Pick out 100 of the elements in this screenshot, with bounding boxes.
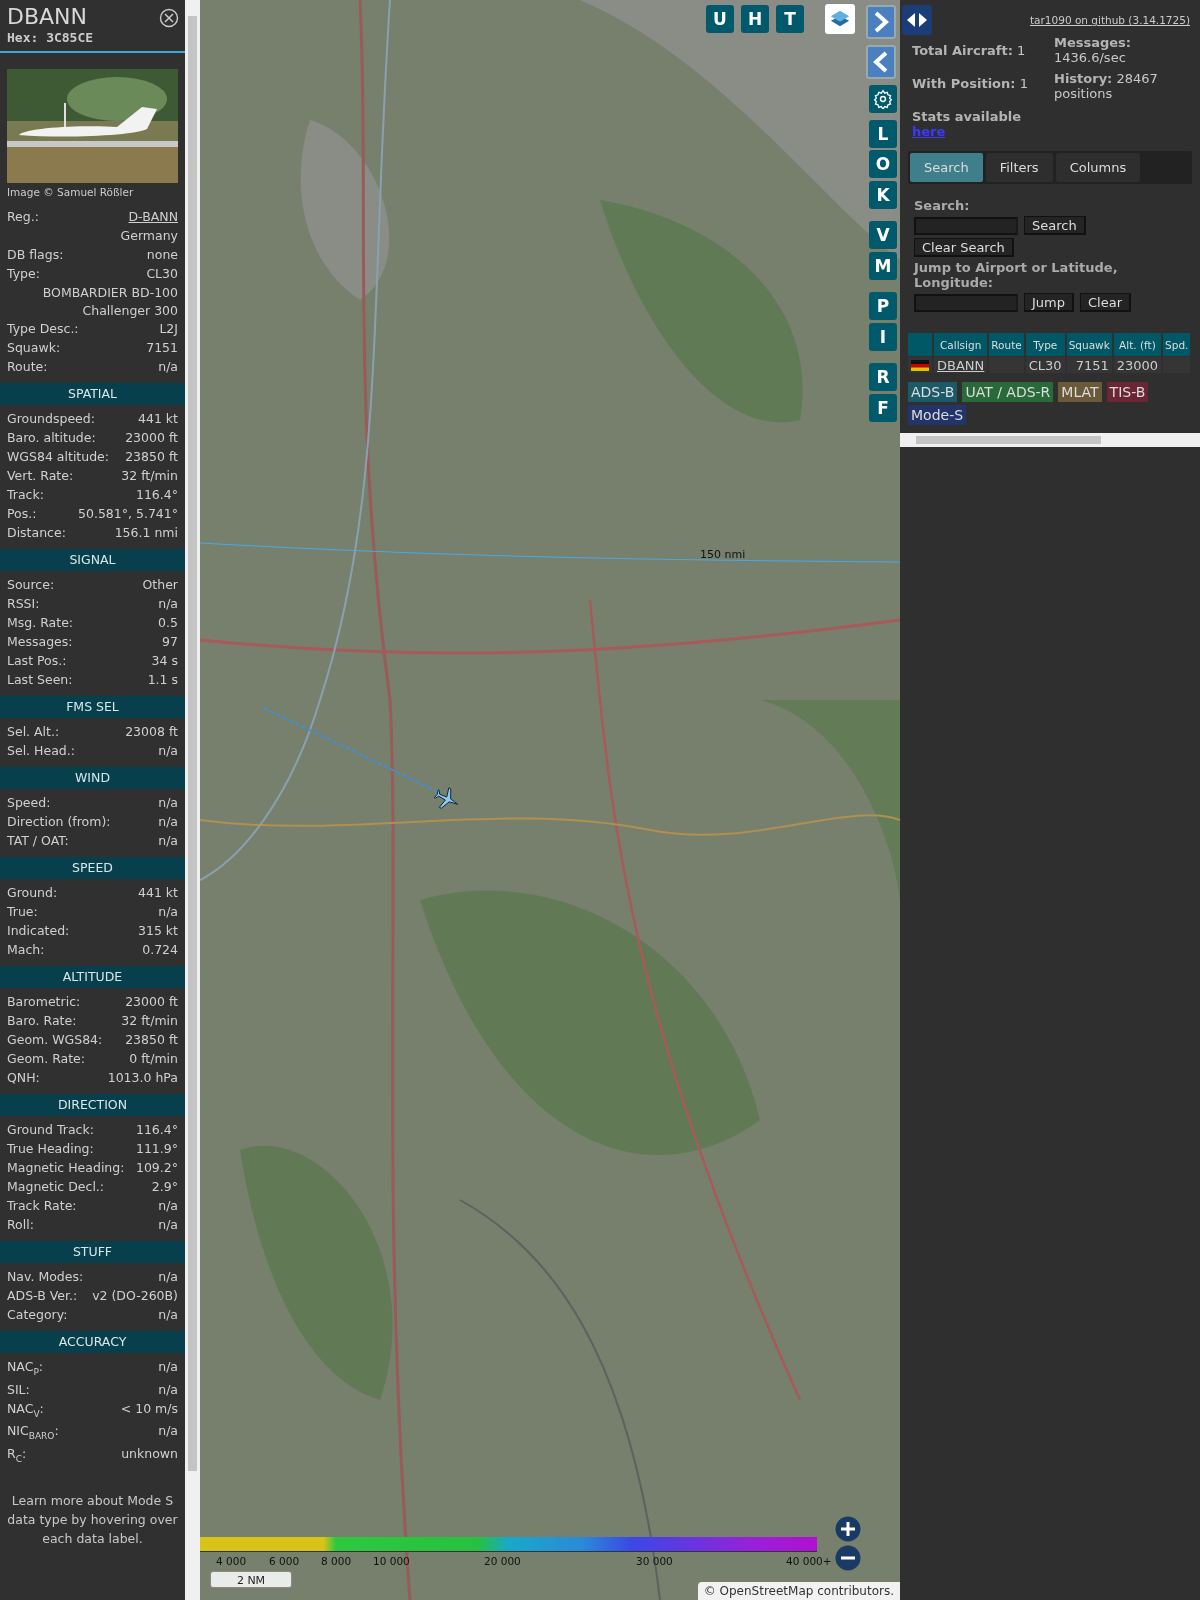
jump-button[interactable]: Jump — [1024, 293, 1074, 312]
field-value: 97 — [162, 633, 178, 651]
column-header[interactable]: Callsign — [934, 333, 988, 356]
field-value: 0.5 — [158, 614, 178, 632]
field-label: Baro. altitude: — [7, 429, 96, 447]
section-header: FMS SEL — [0, 696, 185, 718]
field-value: 111.9° — [135, 1140, 178, 1158]
field-label: Ground Track: — [7, 1121, 94, 1139]
jump-label: Jump to Airport or Latitude, Longitude: — [914, 260, 1119, 290]
map-toggle-button[interactable]: P — [869, 292, 897, 320]
column-header[interactable]: Alt. (ft) — [1113, 333, 1162, 356]
field-label: ADS-B Ver.: — [7, 1287, 78, 1305]
search-field[interactable] — [914, 216, 1018, 235]
field-value: n/a — [158, 1268, 178, 1286]
field-label: Sel. Head.: — [7, 742, 75, 760]
map-toggle-button[interactable]: O — [869, 150, 897, 178]
field-value: BOMBARDIER BD-100 Challenger 300 — [42, 284, 178, 320]
field-label: Mach: — [7, 941, 45, 959]
field-label: Category: — [7, 1306, 68, 1324]
clear-button[interactable]: Clear — [1080, 293, 1131, 312]
field-label: True Heading: — [7, 1140, 94, 1158]
map-toggle-button[interactable]: U — [706, 5, 734, 33]
airplane-icon[interactable] — [434, 786, 460, 812]
field-value: n/a — [158, 832, 178, 850]
field-label: Nav. Modes: — [7, 1268, 84, 1286]
section-header: SPATIAL — [0, 383, 185, 405]
map-toggle-button[interactable]: M — [869, 252, 897, 280]
source-tag: Mode-S — [908, 405, 967, 425]
map-toggle-button[interactable]: V — [869, 221, 897, 249]
field-value: 50.581°, 5.741° — [78, 505, 178, 523]
field-label: True: — [7, 903, 38, 921]
field-label: Baro. Rate: — [7, 1012, 77, 1030]
map-toggle-button[interactable]: L — [869, 120, 897, 148]
close-icon[interactable] — [159, 8, 179, 28]
field-label: Geom. WGS84: — [7, 1031, 103, 1049]
field-value: 315 kt — [138, 922, 178, 940]
field-label: NIC$_{BARO}$: — [7, 1422, 59, 1443]
previous-button[interactable] — [866, 45, 896, 79]
field-label: Geom. Rate: — [7, 1050, 86, 1068]
flag-icon — [911, 359, 929, 371]
horizontal-scrollbar[interactable] — [900, 433, 1200, 447]
map-toggle-button[interactable]: F — [869, 394, 897, 422]
field-label: SIL: — [7, 1380, 30, 1399]
field-label: QNH: — [7, 1069, 40, 1087]
jump-field[interactable] — [914, 293, 1018, 312]
section-header: SPEED — [0, 857, 185, 879]
image-credit: Image © Samuel Rößler — [7, 186, 135, 198]
vertical-scrollbar[interactable] — [185, 0, 200, 1600]
field-value: 1013.0 hPa — [107, 1069, 178, 1087]
field-label: Type: — [7, 265, 40, 283]
version-link[interactable]: tar1090 on github (3.14.1725) — [1030, 14, 1190, 26]
section-header: ALTITUDE — [0, 966, 185, 988]
legend-tick-label: 6 000 — [269, 1555, 300, 1567]
search-button[interactable]: Search — [1024, 216, 1086, 235]
map-toggle-button[interactable]: T — [776, 5, 804, 33]
map-attribution: © OpenStreetMap contributors. — [697, 1582, 900, 1600]
panel-toggle-icon[interactable] — [902, 5, 932, 35]
map-toggle-button[interactable]: H — [741, 5, 769, 33]
column-header[interactable]: Type — [1025, 333, 1065, 356]
field-value: 2.9° — [151, 1178, 178, 1196]
legend-tick-label: 10 000 — [373, 1555, 410, 1567]
field-value: unknown — [121, 1444, 178, 1463]
table-cell: 7151 — [1075, 357, 1109, 373]
field-value: n/a — [158, 742, 178, 760]
field-value: 441 kt — [138, 410, 178, 428]
registration-link[interactable]: D-BANN — [128, 208, 178, 226]
field-value: 32 ft/min — [121, 1012, 178, 1030]
help-note: Learn more about Mode S data type by hovering over each data label. — [6, 1492, 179, 1548]
field-label: Track Rate: — [7, 1197, 77, 1215]
field-label: Msg. Rate: — [7, 614, 74, 632]
field-label: Distance: — [7, 524, 66, 542]
field-value: 23850 ft — [125, 1031, 178, 1049]
zoom-out-button[interactable] — [835, 1545, 861, 1571]
column-header[interactable]: Spd. — [1163, 333, 1191, 356]
field-value: n/a — [158, 358, 178, 376]
zoom-in-button[interactable] — [835, 1516, 861, 1542]
field-label: Magnetic Heading: — [7, 1159, 125, 1177]
stat-text: With Position: 1 — [912, 76, 1029, 91]
field-label: DB flags: — [7, 246, 64, 264]
map-toggle-button[interactable]: K — [869, 181, 897, 209]
clear-search-button[interactable]: Clear Search — [914, 238, 1014, 257]
field-value: 1.1 s — [147, 671, 178, 689]
panel-tab[interactable]: Filters — [985, 153, 1053, 182]
layers-button[interactable] — [825, 4, 855, 34]
column-header[interactable]: Squawk — [1066, 333, 1112, 356]
field-value: 23850 ft — [125, 448, 178, 466]
field-label: NAC$_{P}$: — [7, 1358, 44, 1379]
stat-text: Total Aircraft: 1 — [912, 43, 1027, 58]
map-toggle-button[interactable]: I — [869, 323, 897, 351]
settings-button[interactable] — [869, 85, 897, 113]
panel-tab[interactable]: Columns — [1055, 153, 1141, 182]
field-value: Other — [142, 576, 178, 594]
map-toggle-button[interactable]: R — [869, 363, 897, 391]
column-header[interactable]: Route — [989, 333, 1024, 356]
next-button[interactable] — [866, 5, 896, 39]
legend-tick-label: 30 000 — [636, 1555, 673, 1567]
field-label: Groundspeed: — [7, 410, 95, 428]
search-label: Search: — [914, 198, 971, 213]
field-label: Squawk: — [7, 339, 61, 357]
field-value: 32 ft/min — [121, 467, 178, 485]
